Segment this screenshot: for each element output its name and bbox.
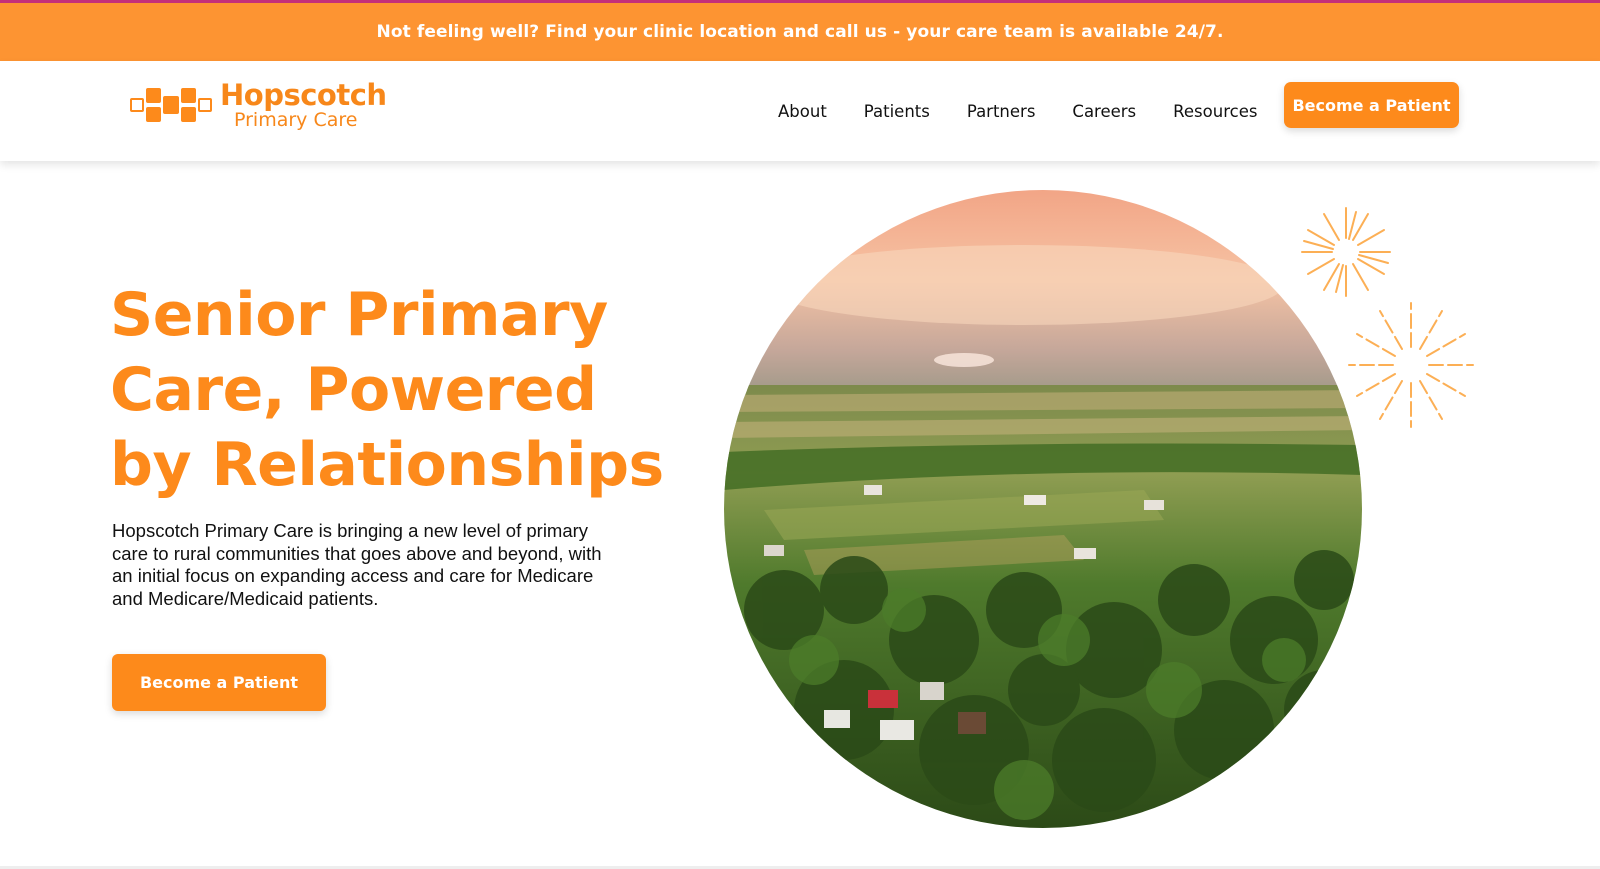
site-logo[interactable]: Hopscotch Primary Care [130,79,387,131]
nav-link-partners[interactable]: Partners [967,102,1036,121]
main-nav: About Patients Partners Careers Resource… [778,61,1257,161]
logo-title: Hopscotch [220,77,387,112]
announcement-banner: Not feeling well? Find your clinic locat… [0,3,1600,61]
logo-subtitle: Primary Care [234,108,358,131]
nav-link-patients[interactable]: Patients [864,102,930,121]
nav-link-resources[interactable]: Resources [1173,102,1257,121]
site-header: Hopscotch Primary Care About Patients Pa… [0,61,1600,161]
hero-description: Hopscotch Primary Care is bringing a new… [112,520,602,609]
sunburst-icon [1348,302,1474,428]
header-become-patient-button[interactable]: Become a Patient [1284,82,1459,128]
hero-title: Senior Primary Care, Powered by Relation… [110,280,664,500]
announcement-text: Not feeling well? Find your clinic locat… [376,22,1224,42]
rural-village-aerial-photo [724,190,1362,828]
sunburst-icon [1301,207,1391,297]
hero-become-patient-button[interactable]: Become a Patient [112,654,326,711]
nav-link-careers[interactable]: Careers [1072,102,1136,121]
hopscotch-squares-icon [130,85,212,125]
nav-link-about[interactable]: About [778,102,827,121]
